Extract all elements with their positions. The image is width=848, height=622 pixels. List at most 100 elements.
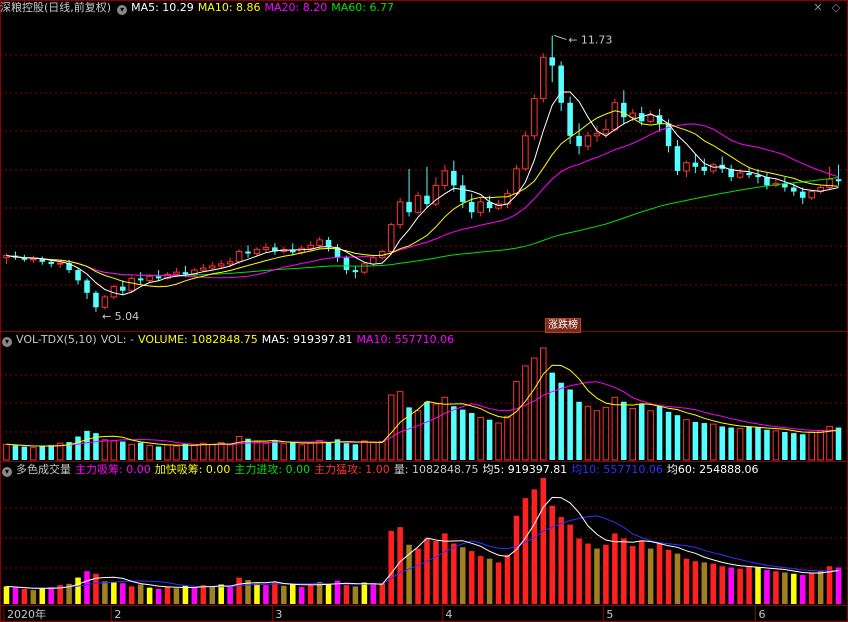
ma5-value: MA5: 10.29 <box>131 1 194 14</box>
color-volume-bar <box>155 588 162 604</box>
volume-bar <box>835 427 842 460</box>
candle-body <box>540 56 547 100</box>
close-icon[interactable]: ✕ <box>812 2 824 14</box>
volume-bar <box>84 430 90 460</box>
candle-body <box>584 135 592 147</box>
main-attack-value: 主力进攻: 0.00 <box>234 463 311 476</box>
candle-body <box>75 270 81 281</box>
candle-body <box>226 261 234 265</box>
color-volume-bar <box>39 588 46 604</box>
volume-bar <box>146 444 153 461</box>
volume-bar <box>253 441 261 461</box>
color-volume-bar <box>343 585 350 604</box>
candle-body <box>217 263 225 267</box>
volume-bar <box>728 427 734 460</box>
volume-bar <box>396 391 404 461</box>
candle-body <box>307 244 314 249</box>
color-volume-bar <box>719 566 725 604</box>
color-volume-bar <box>629 546 636 604</box>
volume-bar <box>12 445 19 460</box>
color-volume-bar <box>701 562 708 604</box>
color-volume-bar <box>3 586 10 604</box>
color-volume-bar <box>281 585 287 604</box>
volume-bar <box>451 406 457 460</box>
volume-value: VOLUME: 1082848.75 <box>137 333 258 346</box>
main-strong-attack-value: 主力猛攻: 1.00 <box>314 463 390 476</box>
volume-bar <box>30 447 37 461</box>
color-volume-bar <box>674 553 681 604</box>
volume-bar <box>558 382 564 460</box>
avg5-value: 均5: 919397.81 <box>482 463 568 476</box>
volume-bar <box>709 423 717 461</box>
candle-body <box>424 195 430 204</box>
color-volume-bar <box>799 575 806 604</box>
volume-bar <box>101 439 109 461</box>
candle-body <box>674 146 681 171</box>
volume-bar <box>522 365 529 461</box>
color-volume-bar <box>442 533 448 604</box>
candle-body <box>128 277 136 292</box>
color-volume-bar <box>612 533 618 604</box>
x-axis-label: 6 <box>759 608 766 621</box>
candle-body <box>709 164 717 172</box>
volume-bar <box>549 372 556 460</box>
volume-bar <box>441 396 449 461</box>
color-volume-bar <box>540 478 547 604</box>
color-volume-bar <box>683 558 690 604</box>
candle-body <box>93 292 99 308</box>
volume-bar <box>665 411 672 460</box>
candle-body <box>764 177 770 186</box>
color-volume-panel-header: ▾ 多色成交量 主力吸筹: 0.00 加快吸筹: 0.00 主力进攻: 0.00 主力猛攻… <box>0 462 763 478</box>
color-vol-name[interactable]: 多色成交量 <box>16 463 71 476</box>
vol-indicator-name[interactable]: VOL-TDX(5,10) <box>16 333 97 346</box>
rank-badge[interactable]: 涨跌榜 <box>545 318 581 333</box>
color-volume-bar <box>585 543 591 604</box>
color-volume-bar <box>388 530 394 604</box>
color-volume-bar <box>137 584 144 604</box>
chevron-down-icon[interactable]: ▾ <box>2 337 12 347</box>
color-volume-bar <box>791 573 797 604</box>
chevron-down-icon[interactable]: ▾ <box>117 5 128 15</box>
candle-body <box>621 102 627 118</box>
volume-amount-value: 量: 1082848.75 <box>393 463 479 476</box>
color-volume-bar <box>638 541 645 604</box>
color-volume-bar <box>621 538 627 604</box>
x-axis-label: 4 <box>445 608 452 621</box>
color-volume-bar <box>692 561 699 604</box>
color-volume-bar <box>307 585 314 604</box>
color-volume-bar <box>558 517 564 604</box>
volume-bar <box>567 389 573 460</box>
color-volume-bar <box>30 590 37 604</box>
color-volume-bar <box>755 567 761 604</box>
volume-bar <box>692 421 699 460</box>
candle-body <box>120 286 126 291</box>
volume-bar <box>164 444 171 461</box>
volume-bar <box>782 432 788 460</box>
volume-bar <box>459 409 466 460</box>
candle-body <box>835 179 842 182</box>
volume-bar <box>629 407 637 461</box>
chevron-down-icon[interactable]: ▾ <box>2 467 12 477</box>
volume-bar <box>235 435 243 461</box>
volume-bar <box>21 446 28 460</box>
volume-bar <box>137 442 144 460</box>
candle-body <box>692 162 699 167</box>
stock-title[interactable]: 深粮控股(日线,前复权) <box>0 1 111 14</box>
color-volume-bar <box>835 567 842 604</box>
color-volume-bar <box>808 572 815 604</box>
color-volume-bar <box>370 584 377 604</box>
vol-value: VOL: - <box>100 333 134 346</box>
volume-bar <box>110 440 118 461</box>
volume-bar <box>298 444 305 461</box>
color-volume-bar <box>146 587 153 604</box>
color-volume-bar <box>656 543 663 604</box>
color-volume-bar <box>263 585 269 604</box>
diamond-icon[interactable]: ◇ <box>830 2 842 14</box>
candle-body <box>316 239 323 246</box>
color-volume-bar <box>665 549 672 604</box>
high-label: ← 11.73 <box>568 33 612 46</box>
volume-bar <box>387 394 395 461</box>
color-volume-bar <box>647 548 654 604</box>
color-volume-bar <box>182 585 189 604</box>
candle-body <box>611 102 619 131</box>
